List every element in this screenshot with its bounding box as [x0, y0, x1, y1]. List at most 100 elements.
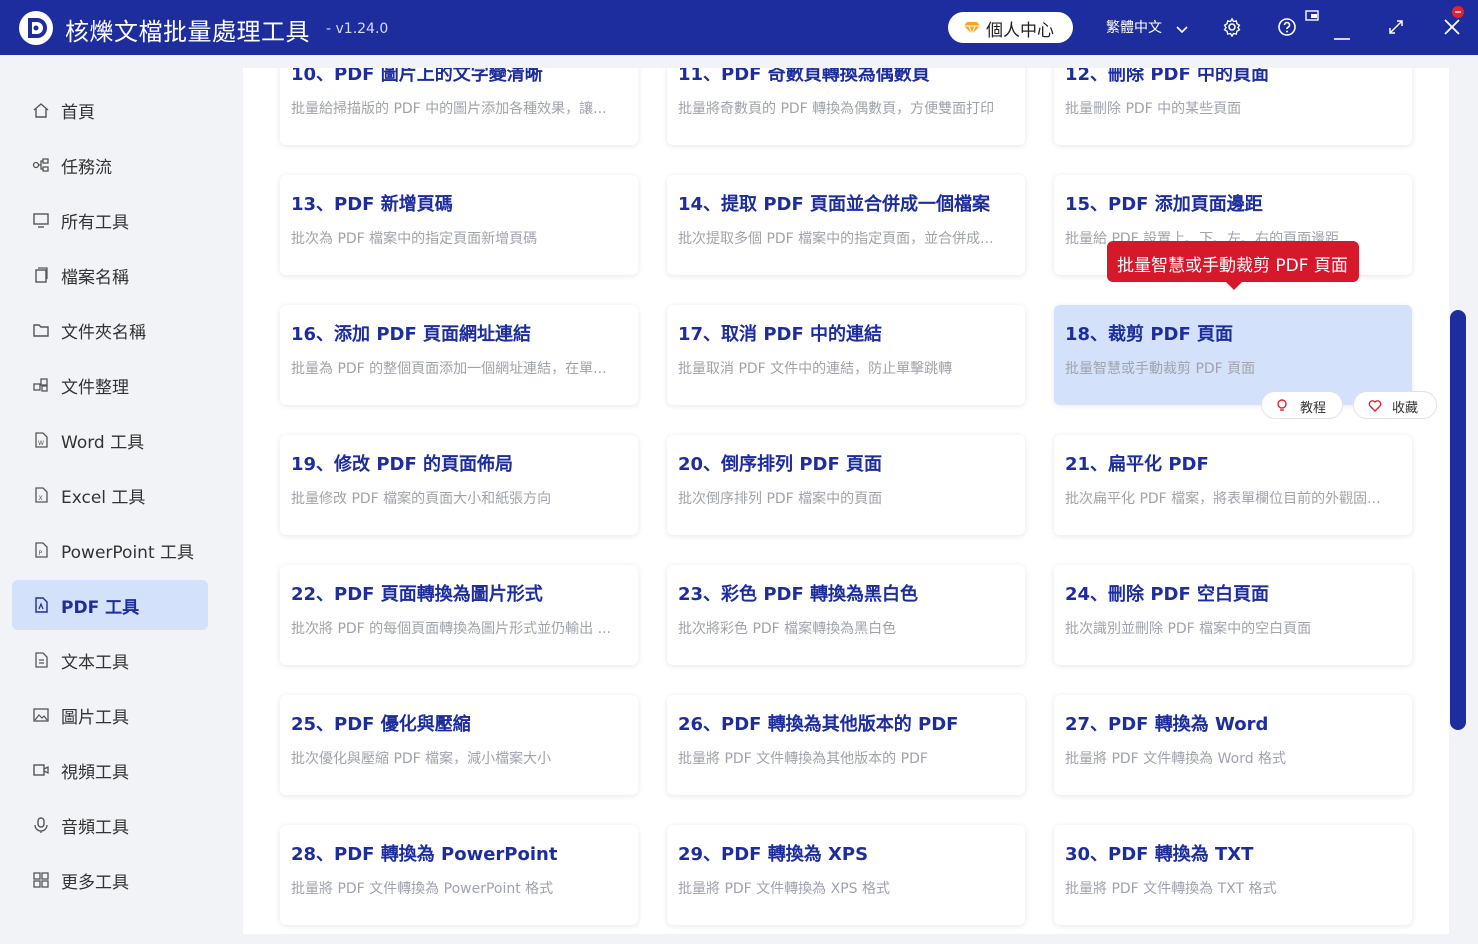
tool-card-title: 11、PDF 奇數頁轉換為偶數頁 [678, 64, 930, 85]
tool-card-description: 批量刪除 PDF 中的某些頁面 [1065, 101, 1242, 117]
tool-card[interactable]: 21、扁平化 PDF 批次扁平化 PDF 檔案，將表單欄位目前的外觀固... [1054, 435, 1412, 535]
image-icon [32, 706, 50, 724]
text-icon [32, 651, 50, 669]
sidebar-item[interactable]: 檔案名稱 [12, 250, 208, 300]
sidebar-item-label: 更多工具 [61, 873, 129, 893]
sidebar-item[interactable]: X Excel 工具 [12, 470, 208, 520]
tool-card-title: 27、PDF 轉換為 Word [1065, 714, 1269, 735]
tool-card-title: 18、裁剪 PDF 頁面 [1065, 324, 1234, 345]
notification-icon[interactable] [1451, 4, 1465, 23]
sidebar-item[interactable]: 首頁 [12, 85, 208, 135]
tool-card-title: 26、PDF 轉換為其他版本的 PDF [678, 714, 959, 735]
sidebar-item-label: 文本工具 [61, 653, 129, 673]
sidebar-item-label: PowerPoint 工具 [61, 543, 195, 563]
sidebar-item-label: 文件整理 [61, 378, 129, 398]
svg-text:W: W [38, 440, 44, 447]
tool-card-description: 批次提取多個 PDF 檔案中的指定頁面，並合併成... [678, 231, 994, 247]
sidebar-item[interactable]: 音頻工具 [12, 800, 208, 850]
sidebar-item-label: 音頻工具 [61, 818, 129, 838]
title-bar: 核爍文檔批量處理工具 - v1.24.0 個人中心 繁體中文 [0, 0, 1478, 55]
tool-card-title: 14、提取 PDF 頁面並合併成一個檔案 [678, 194, 991, 215]
tool-card-description: 批次扁平化 PDF 檔案，將表單欄位目前的外觀固... [1065, 491, 1381, 507]
tool-card-description: 批次為 PDF 檔案中的指定頁面新增頁碼 [291, 231, 538, 247]
tool-card-title: 28、PDF 轉換為 PowerPoint [291, 844, 558, 865]
tool-card-description: 批量為 PDF 的整個頁面添加一個網址連結，在單... [291, 361, 607, 377]
sidebar-item[interactable]: 圖片工具 [12, 690, 208, 740]
favorite-button[interactable]: 收藏 [1353, 391, 1437, 419]
monitor-icon [32, 211, 50, 229]
tool-card-title: 21、扁平化 PDF [1065, 454, 1209, 475]
tool-card-title: 24、刪除 PDF 空白頁面 [1065, 584, 1270, 605]
sidebar-item-label: 視頻工具 [61, 763, 129, 783]
excel-icon: X [32, 486, 50, 504]
sidebar-item[interactable]: W Word 工具 [12, 415, 208, 465]
tool-card-description: 批次識別並刪除 PDF 檔案中的空白頁面 [1065, 621, 1312, 637]
user-center-label: 個人中心 [986, 21, 1054, 41]
tutorial-button[interactable]: 教程 [1261, 391, 1343, 419]
tool-card-title: 22、PDF 頁面轉換為圖片形式 [291, 584, 543, 605]
sidebar-item[interactable]: P PowerPoint 工具 [12, 525, 208, 575]
tool-card-description: 批量將 PDF 文件轉換為 TXT 格式 [1065, 881, 1277, 897]
tool-card[interactable]: 24、刪除 PDF 空白頁面批次識別並刪除 PDF 檔案中的空白頁面 [1054, 565, 1412, 665]
tool-card[interactable]: 28、PDF 轉換為 PowerPoint 批量將 PDF 文件轉換為 Power… [280, 825, 638, 925]
video-icon [32, 761, 50, 779]
app-logo [19, 11, 53, 45]
scrollbar-thumb[interactable] [1450, 310, 1466, 730]
gear-icon[interactable] [1222, 17, 1242, 41]
sidebar-item-label: 所有工具 [61, 213, 129, 233]
tool-card-description: 批量給掃描版的 PDF 中的圖片添加各種效果，讓... [291, 101, 607, 117]
tool-card[interactable]: 16、添加 PDF 頁面網址連結 批量為 PDF 的整個頁面添加一個網址連結，在單… [280, 305, 638, 405]
user-center-button[interactable]: 個人中心 [948, 12, 1073, 43]
lightbulb-icon [1276, 399, 1288, 417]
tool-card-description: 批量修改 PDF 檔案的頁面大小和紙張方向 [291, 491, 552, 507]
question-icon[interactable] [1277, 17, 1297, 41]
sidebar-item[interactable]: 更多工具 [12, 855, 208, 905]
sidebar-item[interactable]: 文本工具 [12, 635, 208, 685]
tool-card[interactable]: 30、PDF 轉換為 TXT 批量將 PDF 文件轉換為 TXT 格式 [1054, 825, 1412, 925]
sidebar-item[interactable]: PDF 工具 [12, 580, 208, 630]
tool-card-title: 23、彩色 PDF 轉換為黑白色 [678, 584, 919, 605]
powerpoint-icon: P [32, 541, 50, 559]
file-copy-icon [32, 266, 50, 284]
tool-card-description: 批次將彩色 PDF 檔案轉換為黑白色 [678, 621, 897, 637]
tool-card[interactable]: 29、PDF 轉換為 XPS 批量將 PDF 文件轉換為 XPS 格式 [667, 825, 1025, 925]
chevron-down-icon[interactable] [1175, 20, 1189, 39]
tool-card[interactable]: 19、修改 PDF 的頁面佈局批量修改 PDF 檔案的頁面大小和紙張方向 [280, 435, 638, 535]
language-select[interactable]: 繁體中文 [1106, 17, 1162, 37]
sidebar-item-label: Word 工具 [61, 433, 145, 453]
tool-card-description: 批次優化與壓縮 PDF 檔案，減小檔案大小 [291, 751, 552, 767]
tool-card[interactable]: 14、提取 PDF 頁面並合併成一個檔案批次提取多個 PDF 檔案中的指定頁面，… [667, 175, 1025, 275]
tool-card-description: 批量將 PDF 文件轉換為其他版本的 PDF [678, 751, 928, 767]
tool-card[interactable]: 10、PDF 圖片上的文字變清晰 批量給掃描版的 PDF 中的圖片添加各種效果，讓… [280, 68, 638, 145]
tool-card[interactable]: 11、PDF 奇數頁轉換為偶數頁 批量將奇數頁的 PDF 轉換為偶數頁，方便雙面打… [667, 64, 1025, 145]
window-mode-icon[interactable] [1305, 7, 1319, 26]
sidebar-item[interactable]: 文件夾名稱 [12, 305, 208, 355]
sidebar-item[interactable]: 文件整理 [12, 360, 208, 410]
sidebar-item[interactable]: 所有工具 [12, 195, 208, 245]
sidebar-item-label: 任務流 [61, 158, 112, 178]
tool-card-description: 批次倒序排列 PDF 檔案中的頁面 [678, 491, 883, 507]
maximize-icon[interactable] [1388, 19, 1404, 39]
sidebar-item-label: 文件夾名稱 [61, 323, 146, 343]
tool-card[interactable]: 17、取消 PDF 中的連結 批量取消 PDF 文件中的連結，防止單擊跳轉 [667, 305, 1025, 405]
tool-card[interactable]: 25、PDF 優化與壓縮 批次優化與壓縮 PDF 檔案，減小檔案大小 [280, 695, 638, 795]
sidebar-item[interactable]: 任務流 [12, 140, 208, 190]
tool-card-title: 17、取消 PDF 中的連結 [678, 324, 883, 345]
sidebar-item-label: 圖片工具 [61, 708, 129, 728]
tool-card[interactable]: 20、倒序排列 PDF 頁面 批次倒序排列 PDF 檔案中的頁面 [667, 435, 1025, 535]
tool-card[interactable]: 18、裁剪 PDF 頁面 批量智慧或手動裁剪 PDF 頁面 [1054, 305, 1412, 405]
sidebar-item-label: PDF 工具 [61, 598, 140, 618]
word-icon: W [32, 431, 50, 449]
sidebar-item[interactable]: 視頻工具 [12, 745, 208, 795]
tool-card-title: 19、修改 PDF 的頁面佈局 [291, 454, 514, 475]
tool-card[interactable]: 22、PDF 頁面轉換為圖片形式 批次將 PDF 的每個頁面轉換為圖片形式並仍輸出… [280, 565, 638, 665]
tool-card[interactable]: 27、PDF 轉換為 Word 批量將 PDF 文件轉換為 Word 格式 [1054, 695, 1412, 795]
minimize-icon[interactable] [1333, 26, 1351, 45]
favorite-label: 收藏 [1392, 401, 1419, 416]
tool-card[interactable]: 23、彩色 PDF 轉換為黑白色批次將彩色 PDF 檔案轉換為黑白色 [667, 565, 1025, 665]
tool-card-title: 15、PDF 添加頁面邊距 [1065, 194, 1263, 215]
tool-card[interactable]: 12、刪除 PDF 中的頁面 批量刪除 PDF 中的某些頁面 [1054, 68, 1412, 145]
heart-icon [1368, 399, 1382, 416]
tool-card[interactable]: 26、PDF 轉換為其他版本的 PDF 批量將 PDF 文件轉換為其他版本的 PD… [667, 695, 1025, 795]
tool-card[interactable]: 13、PDF 新增頁碼 批次為 PDF 檔案中的指定頁面新增頁碼 [280, 175, 638, 275]
